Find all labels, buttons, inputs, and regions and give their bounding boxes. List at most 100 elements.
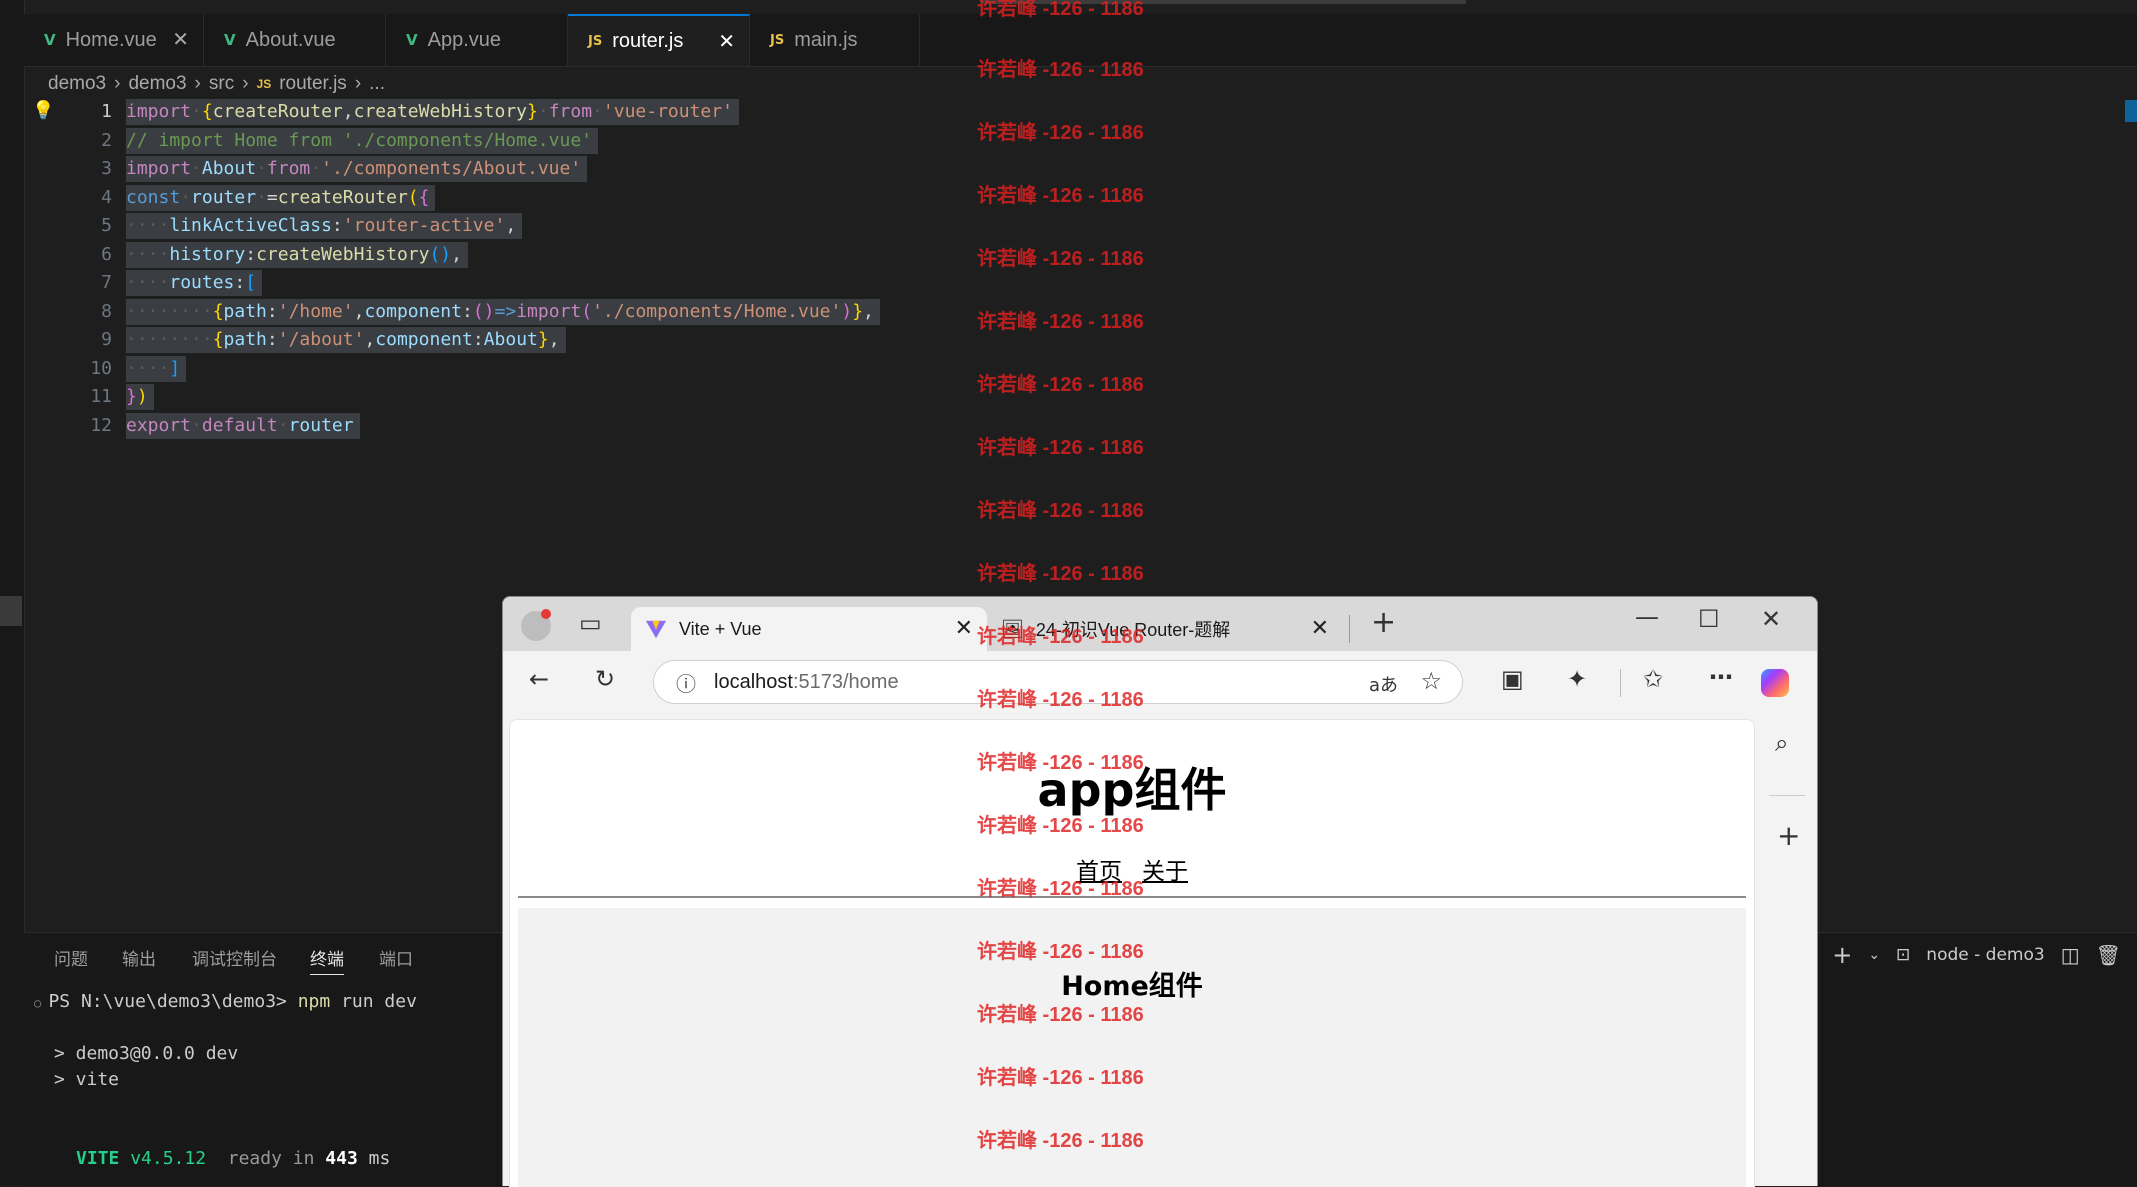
toolbar-divider xyxy=(1620,669,1621,697)
browser-tab-vite-vue[interactable]: Vite + Vue ✕ xyxy=(631,607,987,651)
tab-actions-icon[interactable]: ▭ xyxy=(579,609,602,637)
tab-label: App.vue xyxy=(427,28,501,51)
line-number: 10 xyxy=(90,357,112,379)
browser-sidebar: ⌕ + xyxy=(1759,719,1815,1186)
line-number: 5 xyxy=(101,215,112,236)
profile-avatar[interactable] xyxy=(521,609,551,641)
browser-tab-strip: ▭ Vite + Vue ✕ 🖼 24-初识Vue Router-题解 ✕ + … xyxy=(503,597,1817,651)
code-text: ········{path:'/home',component:()=>impo… xyxy=(126,298,880,325)
sidebar-divider xyxy=(1769,795,1805,796)
trash-icon[interactable]: 🗑 xyxy=(2096,943,2121,967)
split-terminal-icon[interactable]: ◫ xyxy=(2061,943,2080,967)
watermark: 许若峰 -126 - 1186 xyxy=(977,311,1144,333)
watermark: 许若峰 -126 - 1186 xyxy=(977,752,1144,774)
watermark: 许若峰 -126 - 1186 xyxy=(977,1004,1144,1026)
code-text: const·router·=createRouter({ xyxy=(126,184,436,211)
watermark: 许若峰 -126 - 1186 xyxy=(977,374,1144,396)
panel-tab-ports[interactable]: 端口 xyxy=(379,945,413,970)
vite-logo-icon xyxy=(645,620,667,639)
watermark: 许若峰 -126 - 1186 xyxy=(977,689,1144,711)
panel-tab-terminal[interactable]: 终端 xyxy=(310,945,344,975)
maximize-icon[interactable]: ☐ xyxy=(1698,605,1720,633)
url-text: localhost:5173/home xyxy=(714,670,899,693)
puzzle-extensions-icon[interactable]: ✦ xyxy=(1567,665,1587,693)
line-number: 9 xyxy=(101,329,112,350)
vue-icon: V xyxy=(44,31,56,49)
extension-icon[interactable]: ▣ xyxy=(1501,665,1524,693)
watermark: 许若峰 -126 - 1186 xyxy=(977,941,1144,963)
watermark: 许若峰 -126 - 1186 xyxy=(977,1130,1144,1152)
watermark: 许若峰 -126 - 1186 xyxy=(977,626,1144,648)
vue-icon: V xyxy=(224,31,236,49)
code-comment: // import Home from './components/Home.v… xyxy=(126,127,598,154)
favorite-star-icon[interactable]: ☆ xyxy=(1420,667,1442,695)
tab-label: Home.vue xyxy=(65,28,157,51)
code-line: 5 ····linkActiveClass:'router-active', xyxy=(24,212,2137,241)
tab-main-js[interactable]: JS main.js xyxy=(750,14,920,66)
breadcrumb-item[interactable]: demo3 xyxy=(48,73,106,95)
breadcrumb-item[interactable]: src xyxy=(209,73,234,95)
close-icon[interactable]: ✕ xyxy=(718,29,735,53)
code-text: ····] xyxy=(126,355,187,382)
watermark: 许若峰 -126 - 1186 xyxy=(977,563,1144,585)
line-number: 3 xyxy=(101,158,112,179)
close-icon[interactable]: ✕ xyxy=(172,27,189,51)
browser-toolbar: ← ↻ ⓘ localhost:5173/home aあ ☆ ▣ ✦ ✩ ⋯ xyxy=(503,651,1817,713)
close-icon[interactable]: ✕ xyxy=(1311,615,1329,641)
panel-tab-output[interactable]: 输出 xyxy=(122,945,156,970)
tab-app-vue[interactable]: V App.vue xyxy=(386,14,568,66)
copilot-icon[interactable] xyxy=(1761,669,1789,697)
refresh-icon[interactable]: ↻ xyxy=(595,665,615,693)
nav-link-about[interactable]: 关于 xyxy=(1142,859,1188,885)
notification-dot xyxy=(541,609,551,619)
chevron-right-icon: › xyxy=(194,73,201,94)
line-number: 11 xyxy=(90,386,112,407)
watermark: 许若峰 -126 - 1186 xyxy=(977,59,1144,81)
breadcrumb-item[interactable]: router.js xyxy=(279,73,347,95)
code-text: import·About·from·'./components/About.vu… xyxy=(126,156,588,182)
chevron-right-icon: › xyxy=(354,73,362,94)
panel-tab-problems[interactable]: 问题 xyxy=(54,945,88,970)
new-tab-icon[interactable]: + xyxy=(1371,605,1396,640)
add-sidebar-icon[interactable]: + xyxy=(1777,819,1800,852)
back-arrow-icon[interactable]: ← xyxy=(529,665,549,693)
close-icon[interactable]: ✕ xyxy=(955,615,973,641)
tab-home-vue[interactable]: V Home.vue ✕ xyxy=(24,14,204,66)
terminal-name[interactable]: node - demo3 xyxy=(1926,945,2044,965)
watermark: 许若峰 -126 - 1186 xyxy=(977,1067,1144,1089)
js-icon: JS xyxy=(770,32,785,48)
read-aloud-icon[interactable]: aあ xyxy=(1369,671,1398,697)
tab-about-vue[interactable]: V About.vue xyxy=(204,14,386,66)
search-icon[interactable]: ⌕ xyxy=(1775,729,1788,757)
tab-router-js[interactable]: JS router.js ✕ xyxy=(568,14,750,66)
close-window-icon[interactable]: ✕ xyxy=(1761,605,1781,633)
terminal-line: > demo3@0.0.0 dev xyxy=(54,1043,239,1064)
line-number: 4 xyxy=(101,186,112,208)
terminal-line: ○ PS N:\vue\demo3\demo3> npm run dev xyxy=(34,991,417,1012)
terminal-icon: ⊡ xyxy=(1896,945,1911,965)
info-icon[interactable]: ⓘ xyxy=(676,668,696,697)
watermark: 许若峰 -126 - 1186 xyxy=(977,122,1144,144)
watermark: 许若峰 -126 - 1186 xyxy=(977,500,1144,522)
add-terminal-icon[interactable]: + xyxy=(1832,941,1852,969)
code-text: }) xyxy=(126,384,154,410)
chevron-down-icon[interactable]: ⌄ xyxy=(1868,947,1880,963)
breadcrumb: demo3 › demo3 › src › JS router.js › ... xyxy=(48,70,385,98)
panel-tab-debug-console[interactable]: 调试控制台 xyxy=(192,945,277,970)
browser-tab-label: Vite + Vue xyxy=(679,618,762,639)
js-icon: JS xyxy=(256,77,272,91)
line-number: 7 xyxy=(101,272,112,293)
chevron-right-icon: › xyxy=(242,73,249,94)
more-menu-icon[interactable]: ⋯ xyxy=(1709,663,1733,691)
activity-bar xyxy=(0,0,25,1185)
line-number: 8 xyxy=(101,300,112,322)
code-text: ····routes:[ xyxy=(126,270,263,296)
code-text: ····linkActiveClass:'router-active', xyxy=(126,213,523,239)
line-number: 6 xyxy=(101,243,112,265)
breadcrumb-item[interactable]: ... xyxy=(369,73,385,95)
breadcrumb-item[interactable]: demo3 xyxy=(128,73,186,95)
favorites-icon[interactable]: ✩ xyxy=(1643,665,1663,693)
tab-divider xyxy=(1349,615,1350,643)
code-text: ········{path:'/about',component:About}, xyxy=(126,327,566,353)
minimize-icon[interactable]: — xyxy=(1635,603,1659,631)
